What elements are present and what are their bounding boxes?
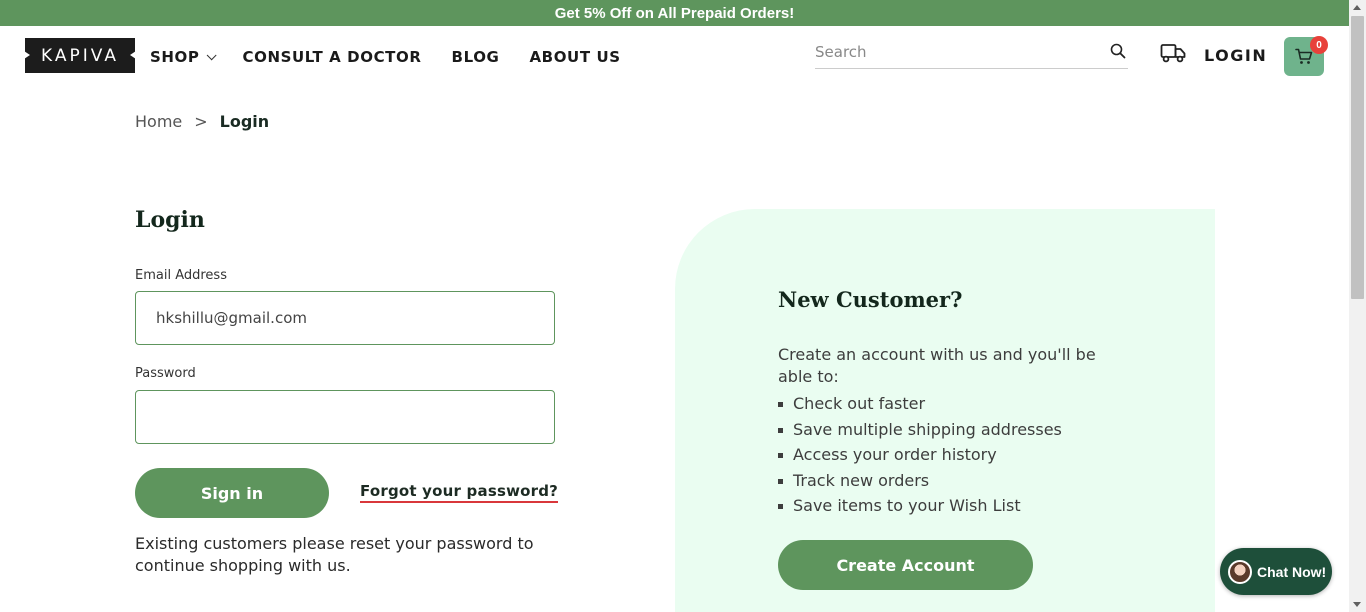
- new-customer-title: New Customer?: [778, 287, 963, 312]
- new-customer-intro: Create an account with us and you'll be …: [778, 345, 1096, 386]
- search-icon[interactable]: [1110, 43, 1126, 59]
- list-item: Save multiple shipping addresses: [778, 418, 1062, 444]
- nav-about-us[interactable]: ABOUT US: [529, 48, 620, 66]
- forgot-password-link[interactable]: Forgot your password?: [360, 482, 559, 503]
- scroll-up-arrow-icon[interactable]: [1353, 5, 1361, 10]
- truck-icon[interactable]: [1160, 42, 1186, 64]
- page-title: Login: [135, 207, 205, 233]
- nav-blog-label: BLOG: [451, 48, 500, 66]
- chat-now-label: Chat Now!: [1257, 563, 1327, 580]
- search-input[interactable]: [815, 39, 1095, 65]
- site-header: KAPIVA SHOP CONSULT A DOCTOR BLOG ABOUT …: [0, 26, 1349, 88]
- breadcrumb-separator: >: [194, 112, 208, 131]
- page-scrollbar[interactable]: [1349, 0, 1366, 612]
- scroll-down-arrow-icon[interactable]: [1353, 602, 1361, 607]
- email-field[interactable]: [135, 291, 555, 345]
- breadcrumb-home[interactable]: Home: [135, 112, 182, 131]
- list-item: Track new orders: [778, 469, 1062, 495]
- cart-button[interactable]: 0: [1284, 36, 1328, 76]
- promo-text: Get 5% Off on All Prepaid Orders!: [554, 4, 795, 22]
- list-item: Save items to your Wish List: [778, 494, 1062, 520]
- breadcrumb-current: Login: [219, 112, 270, 131]
- password-label: Password: [135, 366, 196, 381]
- cart-count-badge: 0: [1310, 36, 1328, 54]
- search-bar: [815, 39, 1128, 69]
- nav-consult-doctor[interactable]: CONSULT A DOCTOR: [243, 48, 422, 66]
- sign-in-button[interactable]: Sign in: [135, 468, 329, 518]
- nav-shop[interactable]: SHOP: [150, 48, 217, 66]
- list-item: Check out faster: [778, 392, 1062, 418]
- create-account-button[interactable]: Create Account: [778, 540, 1033, 590]
- nav-about-label: ABOUT US: [529, 48, 621, 66]
- nav-shop-label: SHOP: [150, 48, 200, 66]
- benefits-list: Check out faster Save multiple shipping …: [778, 392, 1062, 520]
- scrollbar-thumb[interactable]: [1351, 16, 1364, 299]
- nav-blog[interactable]: BLOG: [452, 48, 500, 66]
- list-item: Access your order history: [778, 443, 1062, 469]
- cart-icon: [1295, 48, 1313, 64]
- reset-password-notice: Existing customers please reset your pas…: [135, 534, 534, 575]
- email-label: Email Address: [135, 268, 227, 283]
- brand-logo[interactable]: KAPIVA: [25, 38, 135, 73]
- header-login-link[interactable]: LOGIN: [1204, 46, 1267, 65]
- breadcrumb: Home > Login: [135, 112, 269, 131]
- main-nav: SHOP CONSULT A DOCTOR BLOG ABOUT US: [150, 48, 621, 66]
- promo-banner: Get 5% Off on All Prepaid Orders!: [0, 0, 1349, 26]
- nav-consult-label: CONSULT A DOCTOR: [242, 48, 422, 66]
- chevron-down-icon: [206, 49, 217, 60]
- chat-now-button[interactable]: Chat Now!: [1220, 548, 1332, 595]
- password-field[interactable]: [135, 390, 555, 444]
- chat-agent-avatar: [1228, 559, 1252, 584]
